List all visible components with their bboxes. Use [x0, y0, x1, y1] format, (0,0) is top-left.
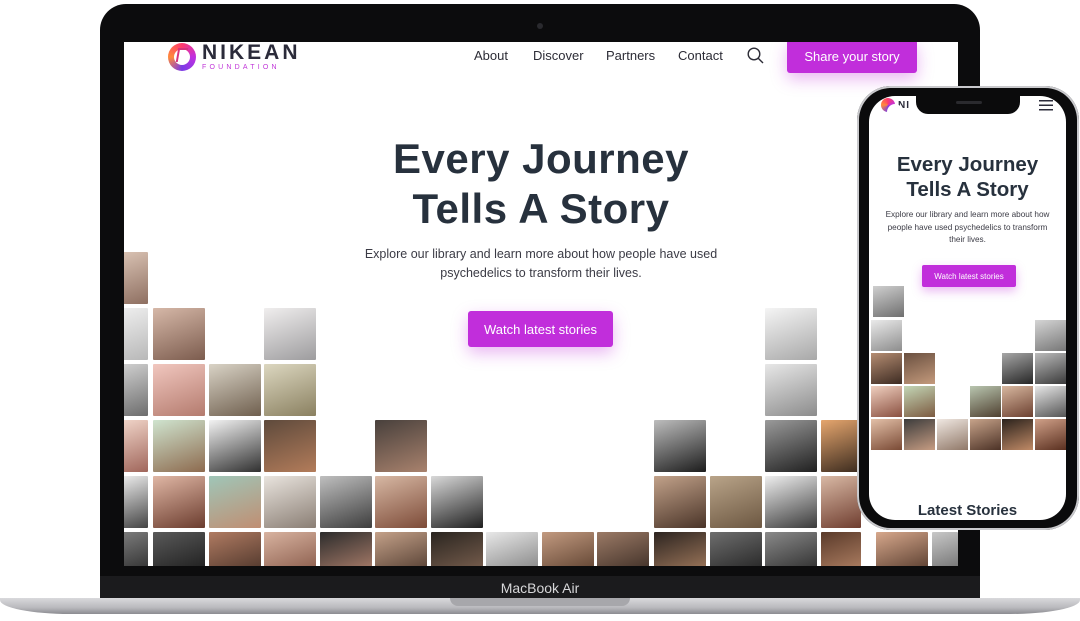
story-photo[interactable]	[765, 364, 817, 416]
story-photo[interactable]	[209, 476, 261, 528]
story-photo[interactable]	[153, 364, 205, 416]
story-photo[interactable]	[124, 252, 148, 304]
story-photo[interactable]	[654, 420, 706, 472]
laptop-groove	[450, 598, 630, 606]
story-photo[interactable]	[124, 476, 148, 528]
story-photo[interactable]	[431, 532, 483, 566]
story-photo[interactable]	[264, 308, 316, 360]
story-photo[interactable]	[970, 419, 1001, 450]
watch-stories-button[interactable]: Watch latest stories	[468, 311, 613, 347]
hero-desc-line1: Explore our library and learn more about…	[364, 247, 718, 261]
story-photo[interactable]	[765, 532, 817, 566]
story-photo[interactable]	[932, 532, 958, 566]
story-photo[interactable]	[765, 420, 817, 472]
story-photo[interactable]	[710, 532, 762, 566]
story-photo[interactable]	[873, 286, 904, 317]
story-photo[interactable]	[821, 420, 861, 472]
story-photo[interactable]	[264, 364, 316, 416]
brand-name: NIKEAN	[202, 42, 301, 64]
story-photo[interactable]	[904, 419, 935, 450]
hamburger-menu-icon[interactable]	[1039, 100, 1053, 111]
hero-desc-line2: psychedelics to transform their lives.	[440, 266, 642, 280]
nav-discover[interactable]: Discover	[533, 48, 584, 63]
story-photo[interactable]	[654, 476, 706, 528]
phone-hero-line1: Every Journey	[896, 153, 1039, 176]
site-logo[interactable]: NIKEAN FOUNDATION	[168, 42, 301, 71]
story-photo[interactable]	[124, 420, 148, 472]
phone-hero-line2: Tells A Story	[906, 178, 1029, 201]
story-photo[interactable]	[821, 476, 861, 528]
logo-icon	[881, 98, 903, 120]
brand-sub: FOUNDATION	[202, 64, 280, 71]
story-photo[interactable]	[264, 532, 316, 566]
story-photo[interactable]	[937, 419, 968, 450]
phone-speaker	[956, 101, 982, 104]
story-photo[interactable]	[264, 476, 316, 528]
nav-contact[interactable]: Contact	[678, 48, 723, 63]
story-photo[interactable]	[209, 364, 261, 416]
search-icon[interactable]	[747, 47, 764, 64]
phone-latest-stories-title: Latest Stories	[917, 502, 1018, 519]
story-photo[interactable]	[597, 532, 649, 566]
phone-desc-line1: Explore our library and learn more about…	[885, 210, 1050, 219]
camera-icon	[537, 23, 543, 29]
story-photo[interactable]	[876, 532, 928, 566]
story-photo[interactable]	[153, 420, 205, 472]
story-photo[interactable]	[375, 532, 427, 566]
story-photo[interactable]	[209, 532, 261, 566]
story-photo[interactable]	[153, 532, 205, 566]
story-photo[interactable]	[1002, 353, 1033, 384]
story-photo[interactable]	[970, 386, 1001, 417]
story-photo[interactable]	[904, 353, 935, 384]
story-photo[interactable]	[1002, 386, 1033, 417]
story-photo[interactable]	[1035, 320, 1066, 351]
story-photo[interactable]	[124, 364, 148, 416]
laptop-brand-label: MacBook Air	[500, 580, 580, 596]
share-story-button[interactable]: Share your story	[787, 42, 917, 73]
phone-logo[interactable]: NI	[881, 98, 910, 120]
story-photo[interactable]	[320, 532, 372, 566]
story-photo[interactable]	[1035, 353, 1066, 384]
hero-title-line2: Tells A Story	[412, 185, 670, 232]
story-photo[interactable]	[821, 532, 861, 566]
story-photo[interactable]	[209, 420, 261, 472]
phone-screen: NI Every Journey Tells A Story Explore o…	[869, 96, 1066, 520]
story-photo[interactable]	[871, 353, 902, 384]
story-photo[interactable]	[542, 532, 594, 566]
nav-partners[interactable]: Partners	[606, 48, 655, 63]
story-photo[interactable]	[153, 476, 205, 528]
story-photo[interactable]	[871, 419, 902, 450]
story-photo[interactable]	[765, 476, 817, 528]
phone-watch-button[interactable]: Watch latest stories	[922, 265, 1016, 287]
story-photo[interactable]	[1035, 386, 1066, 417]
story-photo[interactable]	[904, 386, 935, 417]
story-photo[interactable]	[765, 308, 817, 360]
story-photo[interactable]	[871, 320, 902, 351]
story-photo[interactable]	[375, 476, 427, 528]
phone-notch	[916, 96, 1020, 114]
phone-desc-line3: their lives.	[949, 235, 986, 244]
story-photo[interactable]	[654, 532, 706, 566]
story-photo[interactable]	[124, 308, 148, 360]
story-photo[interactable]	[486, 532, 538, 566]
logo-icon	[168, 42, 196, 71]
story-photo[interactable]	[153, 308, 205, 360]
hero-title-line1: Every Journey	[393, 135, 689, 182]
story-photo[interactable]	[124, 532, 148, 566]
story-photo[interactable]	[264, 420, 316, 472]
story-photo[interactable]	[375, 420, 427, 472]
nav-about[interactable]: About	[474, 48, 508, 63]
laptop-screen: NIKEAN FOUNDATION About Discover Partner…	[124, 42, 958, 566]
phone-desc-line2: people have used psychedelics to transfo…	[887, 222, 1048, 232]
story-photo[interactable]	[710, 476, 762, 528]
story-photo[interactable]	[320, 476, 372, 528]
story-photo[interactable]	[1035, 419, 1066, 450]
story-photo[interactable]	[1002, 419, 1033, 450]
story-photo[interactable]	[431, 476, 483, 528]
story-photo[interactable]	[871, 386, 902, 417]
